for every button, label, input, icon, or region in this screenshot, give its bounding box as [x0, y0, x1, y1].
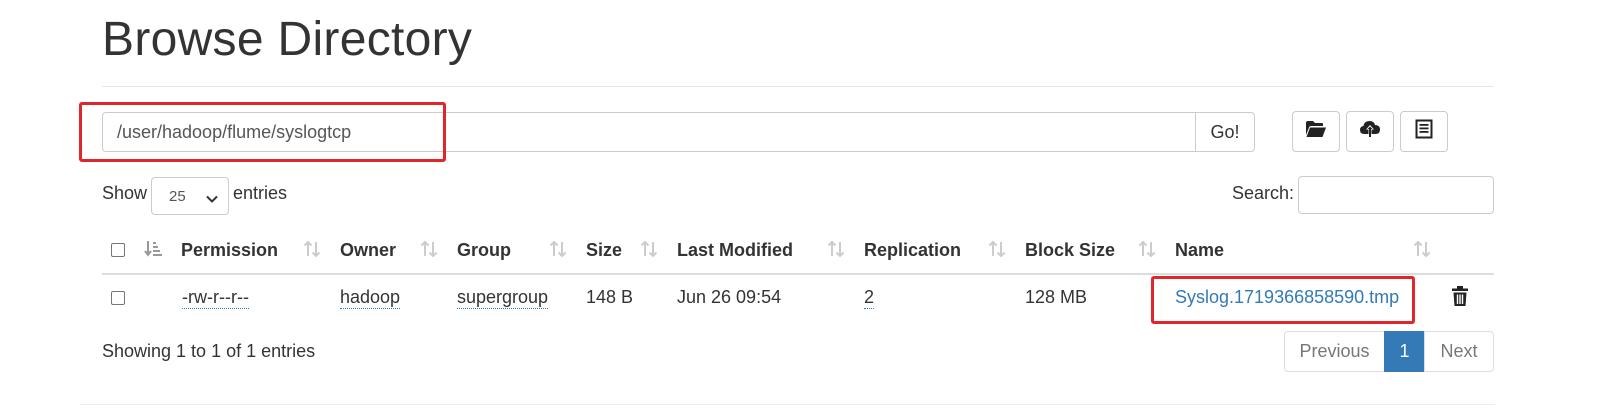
- select-all-checkbox[interactable]: [111, 243, 125, 257]
- entries-label: entries: [233, 183, 288, 203]
- folder-open-icon: [1305, 120, 1327, 143]
- trash-icon[interactable]: [1451, 285, 1469, 312]
- list-icon: [1415, 119, 1433, 144]
- directory-path-input[interactable]: [102, 112, 1196, 152]
- go-button[interactable]: Go!: [1195, 112, 1255, 152]
- page-title: Browse Directory: [102, 13, 473, 66]
- sort-both-icon[interactable]: [303, 239, 321, 259]
- cloud-upload-icon: [1359, 119, 1381, 144]
- sort-both-icon[interactable]: [1413, 239, 1431, 259]
- page-length-select[interactable]: 25: [151, 177, 229, 215]
- column-header-block-size[interactable]: Block Size: [1025, 240, 1115, 261]
- chevron-down-icon: [206, 191, 218, 209]
- column-header-last-modified[interactable]: Last Modified: [677, 240, 793, 261]
- sort-both-icon[interactable]: [640, 239, 658, 259]
- search-label: Search:: [1232, 183, 1295, 203]
- footer-divider: [80, 404, 1495, 405]
- permission-cell[interactable]: -rw-r--r--: [182, 287, 249, 309]
- next-page-button[interactable]: Next: [1424, 331, 1494, 372]
- upload-button[interactable]: [1346, 111, 1394, 152]
- current-page-button[interactable]: 1: [1384, 331, 1425, 372]
- sort-both-icon[interactable]: [827, 239, 845, 259]
- search-input[interactable]: [1298, 176, 1494, 214]
- last-modified-value: Jun 26 09:54: [677, 287, 782, 307]
- create-directory-button[interactable]: [1292, 111, 1340, 152]
- replication-value[interactable]: 2: [864, 287, 875, 309]
- column-header-replication[interactable]: Replication: [864, 240, 961, 261]
- column-header-size[interactable]: Size: [586, 240, 622, 261]
- permission-value[interactable]: -rw-r--r--: [182, 287, 249, 309]
- sort-amount-icon[interactable]: [144, 239, 162, 259]
- block-size-value: 128 MB: [1025, 287, 1088, 307]
- sort-both-icon[interactable]: [420, 239, 438, 259]
- cut-paste-list-button[interactable]: [1400, 111, 1448, 152]
- column-header-group[interactable]: Group: [457, 240, 511, 261]
- column-header-name[interactable]: Name: [1175, 240, 1224, 261]
- show-label: Show: [102, 183, 148, 203]
- previous-page-button[interactable]: Previous: [1284, 331, 1385, 372]
- owner-value[interactable]: hadoop: [340, 287, 401, 309]
- replication-cell[interactable]: 2: [864, 287, 875, 309]
- sort-both-icon[interactable]: [988, 239, 1006, 259]
- group-value[interactable]: supergroup: [457, 287, 549, 309]
- file-name-link[interactable]: Syslog.1719366858590.tmp: [1175, 287, 1399, 308]
- group-cell[interactable]: supergroup: [457, 287, 549, 309]
- column-header-owner[interactable]: Owner: [340, 240, 396, 261]
- page-length-value: 25: [169, 188, 186, 205]
- row-select-checkbox[interactable]: [111, 291, 125, 305]
- table-header-divider: [102, 273, 1494, 275]
- sort-both-icon[interactable]: [549, 239, 567, 259]
- column-header-permission[interactable]: Permission: [181, 240, 278, 261]
- owner-cell[interactable]: hadoop: [340, 287, 401, 309]
- table-info: Showing 1 to 1 of 1 entries: [102, 341, 316, 361]
- size-value: 148 B: [586, 287, 634, 307]
- sort-both-icon[interactable]: [1138, 239, 1156, 259]
- title-divider: [102, 86, 1494, 87]
